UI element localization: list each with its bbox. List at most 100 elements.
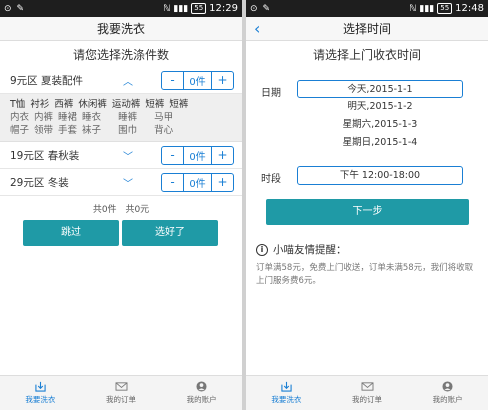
tab-account[interactable]: 我的账户 xyxy=(161,376,242,410)
item-type[interactable]: 围巾 xyxy=(118,124,137,137)
wash-order-screen: ⊙ ✎ ℕ ▮▮▮ 55 12:29 我要洗衣 请您选择洗涤件数 9元区 夏装配… xyxy=(0,0,242,410)
category-row-summer: 9元区 夏装配件 ︿ - 0件 + xyxy=(0,67,242,94)
tab-label: 我的账户 xyxy=(432,395,463,404)
date-option[interactable]: 星期日,2015-1-4 xyxy=(297,134,463,152)
item-type[interactable]: 袜子 xyxy=(82,124,101,137)
order-totals: 共0件 共0元 xyxy=(0,196,242,220)
chevron-down-icon[interactable]: ﹀ xyxy=(108,148,148,163)
next-button[interactable]: 下一步 xyxy=(266,199,469,225)
item-type[interactable]: 短裤 xyxy=(169,98,188,111)
date-option[interactable]: 明天,2015-1-2 xyxy=(297,98,463,116)
plus-button[interactable]: + xyxy=(212,72,233,89)
tip-title: 小喵友情提醒： xyxy=(273,244,347,256)
notification-icon: ⊙ xyxy=(250,3,258,14)
item-type[interactable]: 休闲裤 xyxy=(78,98,107,111)
washer-icon xyxy=(35,381,46,392)
item-type[interactable]: 睡衣 xyxy=(82,111,101,124)
info-icon: i xyxy=(256,243,268,256)
minus-button[interactable]: - xyxy=(162,147,183,164)
usb-icon: ✎ xyxy=(262,3,271,14)
tab-label: 我要洗衣 xyxy=(25,395,56,404)
plus-button[interactable]: + xyxy=(212,174,233,191)
tab-wash[interactable]: 我要洗衣 xyxy=(0,376,81,410)
washer-icon xyxy=(281,381,292,392)
quantity-value: 0件 xyxy=(183,71,212,89)
item-type[interactable]: 领带 xyxy=(34,124,53,137)
tab-account[interactable]: 我的账户 xyxy=(407,376,488,410)
category-row-winter: 29元区 冬装 ﹀ - 0件 + xyxy=(0,169,242,196)
total-count: 共0件 xyxy=(92,205,117,215)
quantity-value: 0件 xyxy=(183,173,212,191)
category-row-spring: 19元区 春秋装 ﹀ - 0件 + xyxy=(0,142,242,169)
quantity-stepper: - 0件 + xyxy=(161,172,234,192)
bottom-tab-bar: 我要洗衣 我的订单 我的账户 xyxy=(0,375,242,410)
plus-button[interactable]: + xyxy=(212,147,233,164)
date-options: 今天,2015-1-1 明天,2015-1-2 星期六,2015-1-3 星期日… xyxy=(297,80,463,152)
tab-orders[interactable]: 我的订单 xyxy=(81,376,162,410)
page-title: 选择时间 xyxy=(342,22,391,36)
signal-icon: ▮▮▮ xyxy=(173,3,189,14)
period-select[interactable]: 下午 12:00-18:00 xyxy=(297,166,463,185)
battery-icon: 55 xyxy=(191,3,207,14)
minus-button[interactable]: - xyxy=(162,174,183,191)
page-headline: 请您选择洗涤件数 xyxy=(72,48,169,62)
tab-orders[interactable]: 我的订单 xyxy=(327,376,408,410)
skip-button[interactable]: 跳过 xyxy=(23,220,119,246)
item-type[interactable]: 衬衫 xyxy=(30,98,49,111)
item-type[interactable]: 内裤 xyxy=(34,111,53,124)
item-type[interactable]: 西裤 xyxy=(54,98,73,111)
item-type[interactable]: 背心 xyxy=(154,124,173,137)
item-type[interactable]: 内衣 xyxy=(10,111,29,124)
tab-wash[interactable]: 我要洗衣 xyxy=(246,376,327,410)
action-buttons: 跳过 选好了 xyxy=(0,220,242,246)
status-time: 12:48 xyxy=(455,3,484,14)
date-option-selected[interactable]: 今天,2015-1-1 xyxy=(297,80,463,98)
item-type-row: 内衣 内裤 睡裙 睡衣 睡裤 马甲 xyxy=(10,111,236,124)
mail-icon xyxy=(361,382,373,391)
pickup-time-screen: ⊙ ✎ ℕ ▮▮▮ 55 12:48 ‹ 选择时间 请选择上门收衣时间 日期 今… xyxy=(246,0,488,410)
item-type[interactable]: 睡裤 xyxy=(118,111,137,124)
category-label: 19元区 春秋装 xyxy=(10,149,80,162)
chevron-down-icon[interactable]: ﹀ xyxy=(108,175,148,190)
item-type[interactable]: 马甲 xyxy=(154,111,173,124)
item-type-grid: T恤 衬衫 西裤 休闲裤 运动裤 短裤 短裤 内衣 内裤 睡裙 睡衣 睡裤 马甲… xyxy=(0,94,242,142)
notification-icon: ⊙ xyxy=(4,3,12,14)
back-icon[interactable]: ‹ xyxy=(254,19,260,38)
page-title-bar: ‹ 选择时间 xyxy=(246,17,488,41)
period-label: 时段 xyxy=(261,174,281,185)
user-icon xyxy=(442,381,453,392)
tab-label: 我要洗衣 xyxy=(271,395,302,404)
category-label: 29元区 冬装 xyxy=(10,176,69,189)
mute-icon: ℕ xyxy=(163,3,171,14)
done-button[interactable]: 选好了 xyxy=(122,220,218,246)
quantity-value: 0件 xyxy=(183,146,212,164)
total-price: 共0元 xyxy=(125,205,150,215)
mute-icon: ℕ xyxy=(409,3,417,14)
mail-icon xyxy=(115,382,127,391)
tip-text: 订单满58元，免费上门收送，订单未满58元，我们将收取上门服务费6元。 xyxy=(256,263,474,286)
item-type-row: 帽子 领带 手套 袜子 围巾 背心 xyxy=(10,124,236,137)
page-headline: 请选择上门收衣时间 xyxy=(312,48,421,62)
period-picker: 时段 下午 12:00-18:00 xyxy=(246,152,488,185)
date-picker: 日期 今天,2015-1-1 明天,2015-1-2 星期六,2015-1-3 … xyxy=(246,67,488,152)
tab-label: 我的订单 xyxy=(106,395,136,404)
date-label: 日期 xyxy=(261,88,281,99)
item-type[interactable]: 短裤 xyxy=(145,98,164,111)
date-option[interactable]: 星期六,2015-1-3 xyxy=(297,116,463,134)
next-wrap: 下一步 xyxy=(246,185,488,225)
minus-button[interactable]: - xyxy=(162,72,183,89)
chevron-up-icon[interactable]: ︿ xyxy=(108,73,148,88)
tab-label: 我的订单 xyxy=(352,395,382,404)
bottom-tab-bar: 我要洗衣 我的订单 我的账户 xyxy=(246,375,488,410)
tab-label: 我的账户 xyxy=(186,395,217,404)
battery-icon: 55 xyxy=(437,3,453,14)
item-type[interactable]: 睡裙 xyxy=(58,111,77,124)
item-type[interactable]: 运动裤 xyxy=(112,98,141,111)
status-time: 12:29 xyxy=(209,3,238,14)
quantity-stepper: - 0件 + xyxy=(161,145,234,165)
item-type-row: T恤 衬衫 西裤 休闲裤 运动裤 短裤 短裤 xyxy=(10,98,236,111)
item-type[interactable]: 帽子 xyxy=(10,124,29,137)
item-type[interactable]: 手套 xyxy=(58,124,77,137)
item-type[interactable]: T恤 xyxy=(10,98,25,111)
status-bar: ⊙ ✎ ℕ ▮▮▮ 55 12:48 xyxy=(246,0,488,17)
